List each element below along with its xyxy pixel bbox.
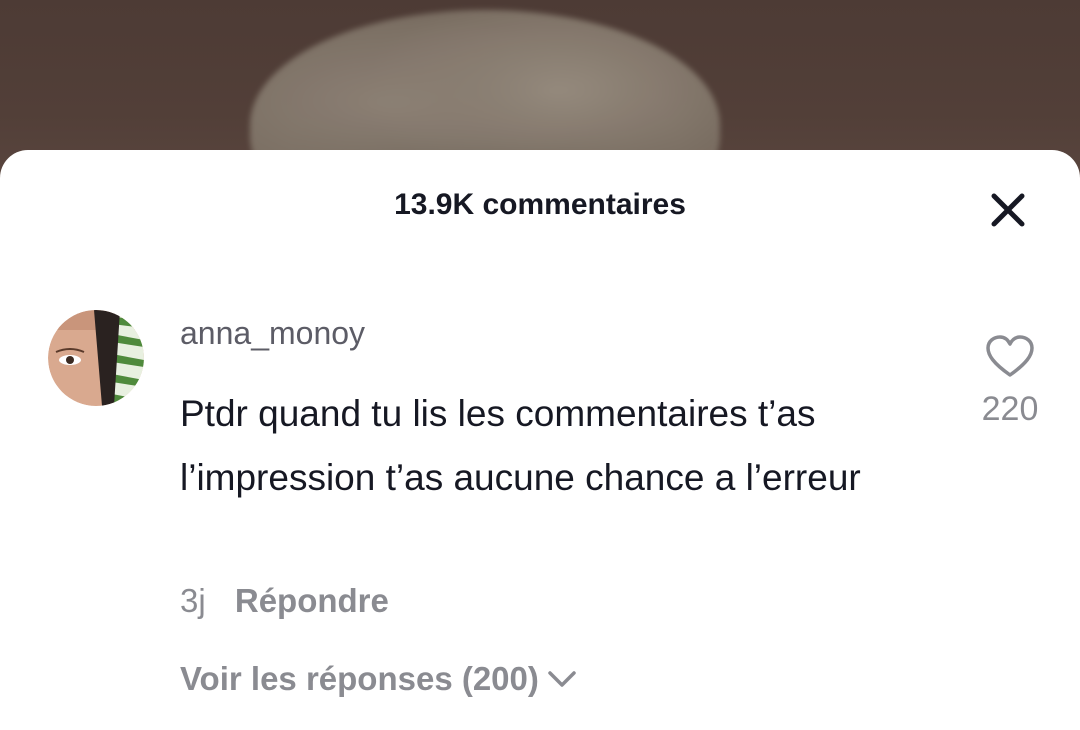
view-replies-label: Voir les réponses (200) bbox=[180, 660, 539, 697]
reply-button[interactable]: Répondre bbox=[235, 582, 389, 619]
like-count: 220 bbox=[981, 390, 1039, 428]
close-icon bbox=[991, 193, 1025, 227]
comment-meta: 3j Répondre bbox=[180, 582, 389, 620]
avatar[interactable] bbox=[48, 310, 144, 406]
comment-text: Ptdr quand tu lis les commentaires t’as … bbox=[180, 393, 861, 498]
like-button[interactable] bbox=[985, 335, 1035, 379]
comments-sheet: 13.9K commentaires anna_monoy Ptdr quand… bbox=[0, 150, 1080, 730]
view-replies-button[interactable]: Voir les réponses (200) bbox=[180, 660, 577, 698]
heart-outline-icon bbox=[986, 335, 1034, 377]
chevron-down-icon bbox=[548, 671, 576, 687]
comment-username[interactable]: anna_monoy bbox=[180, 315, 365, 352]
comment-age: 3j bbox=[180, 582, 206, 619]
comments-count-title: 13.9K commentaires bbox=[394, 188, 686, 221]
close-button[interactable] bbox=[988, 190, 1028, 230]
